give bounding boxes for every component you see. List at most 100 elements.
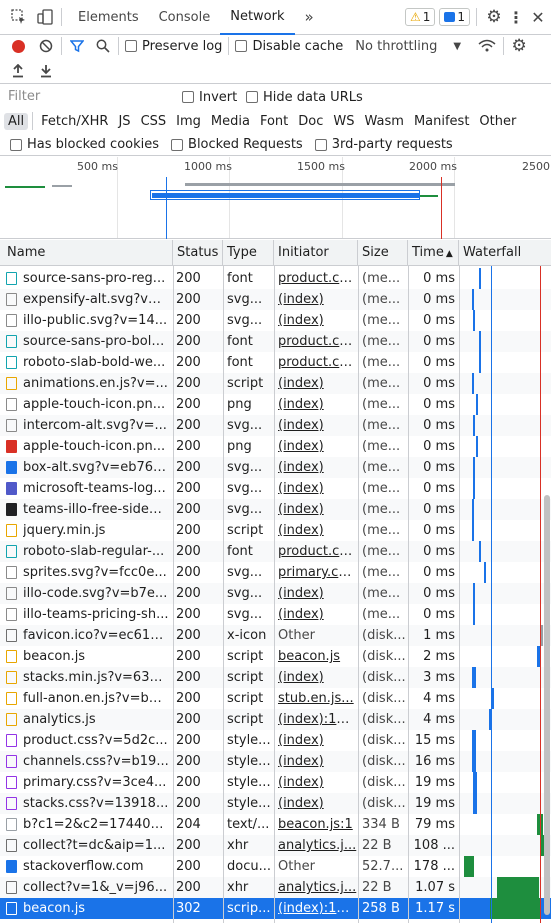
request-initiator[interactable]: beacon.js:1 <box>278 814 357 835</box>
table-row[interactable]: roboto-slab-bold-we... 200 font product.cs.… <box>0 352 551 373</box>
request-initiator[interactable]: (index) <box>278 499 357 520</box>
table-row[interactable]: apple-touch-icon.pn... 200 png (index) (me..… <box>0 436 551 457</box>
request-initiator[interactable]: analytics.j... <box>278 835 357 856</box>
request-initiator[interactable]: (index) <box>278 436 357 457</box>
table-row[interactable]: intercom-alt.svg?v=... 200 svg... (index) (m… <box>0 415 551 436</box>
more-tabs-button[interactable]: » <box>295 0 324 35</box>
column-header-size[interactable]: Size <box>358 240 408 266</box>
request-initiator[interactable]: analytics.j... <box>278 877 357 898</box>
request-initiator[interactable]: product.cs... <box>278 541 357 562</box>
throttling-select[interactable]: No throttling <box>355 39 437 54</box>
more-options-icon[interactable]: ⋮ <box>505 8 527 27</box>
table-row[interactable]: channels.css?v=b19... 200 style... (index) (… <box>0 751 551 772</box>
table-row[interactable]: jquery.min.js 200 script (index) (me... 0 ms <box>0 520 551 541</box>
table-row[interactable]: expensify-alt.svg?v=... 200 svg... (index) (… <box>0 289 551 310</box>
table-row[interactable]: microsoft-teams-log... 200 svg... (index) (m… <box>0 478 551 499</box>
table-row[interactable]: collect?v=1&_v=j96... 200 xhr analytics.j..… <box>0 877 551 898</box>
type-filter-other[interactable]: Other <box>475 113 520 130</box>
hide-data-urls-checkbox[interactable]: Hide data URLs <box>246 90 363 105</box>
column-header-time[interactable]: Time ▲ <box>408 240 459 266</box>
request-initiator[interactable]: (index):17... <box>278 709 357 730</box>
request-initiator[interactable]: (index) <box>278 310 357 331</box>
request-initiator[interactable]: primary.cs... <box>278 562 357 583</box>
request-initiator[interactable]: (index) <box>278 457 357 478</box>
table-row[interactable]: apple-touch-icon.pn... 200 png (index) (me..… <box>0 394 551 415</box>
request-initiator[interactable]: (index) <box>278 730 357 751</box>
column-header-waterfall[interactable]: Waterfall <box>459 240 551 266</box>
request-initiator[interactable]: (index) <box>278 289 357 310</box>
device-toolbar-icon[interactable] <box>35 9 55 25</box>
column-header-initiator[interactable]: Initiator <box>274 240 358 266</box>
inspect-element-icon[interactable] <box>9 9 29 25</box>
request-initiator[interactable]: (index) <box>278 751 357 772</box>
filter-input[interactable]: Filter <box>4 88 174 106</box>
table-row[interactable]: roboto-slab-regular-... 200 font product.cs… <box>0 541 551 562</box>
type-filter-css[interactable]: CSS <box>137 113 171 130</box>
gear-icon[interactable]: ⚙ <box>483 7 505 27</box>
table-row[interactable]: stacks.css?v=13918... 200 style... (index) (… <box>0 793 551 814</box>
request-initiator[interactable]: (index) <box>278 793 357 814</box>
column-header-status[interactable]: Status <box>173 240 223 266</box>
type-filter-media[interactable]: Media <box>207 113 254 130</box>
table-row[interactable]: stacks.min.js?v=636... 200 script (index) (d… <box>0 667 551 688</box>
table-row[interactable]: beacon.js 200 script beacon.js (disk... 2 ms <box>0 646 551 667</box>
request-initiator[interactable]: product.cs... <box>278 268 357 289</box>
type-filter-manifest[interactable]: Manifest <box>410 113 473 130</box>
close-icon[interactable]: ✕ <box>527 8 549 27</box>
table-row[interactable]: favicon.ico?v=ec617... 200 x-icon Other (dis… <box>0 625 551 646</box>
request-initiator[interactable]: (index) <box>278 373 357 394</box>
table-row[interactable]: illo-public.svg?v=14... 200 svg... (index) (… <box>0 310 551 331</box>
table-row[interactable]: source-sans-pro-bold... 200 font product.cs… <box>0 331 551 352</box>
export-har-icon[interactable] <box>38 64 54 78</box>
table-row[interactable]: beacon.js 302 scrip... (index):17... 258 B 1.… <box>0 898 551 919</box>
table-row[interactable]: sprites.svg?v=fcc0e... 200 svg... primary.c… <box>0 562 551 583</box>
request-initiator[interactable]: product.cs... <box>278 352 357 373</box>
preserve-log-checkbox[interactable]: Preserve log <box>125 39 222 54</box>
request-initiator[interactable]: (index) <box>278 772 357 793</box>
request-initiator[interactable]: (index) <box>278 604 357 625</box>
request-initiator[interactable]: (index) <box>278 667 357 688</box>
type-filter-img[interactable]: Img <box>172 113 205 130</box>
type-filter-js[interactable]: JS <box>114 113 134 130</box>
table-row[interactable]: analytics.js 200 script (index):17... (disk.… <box>0 709 551 730</box>
filter-icon[interactable] <box>68 39 86 53</box>
disable-cache-checkbox[interactable]: Disable cache <box>235 39 343 54</box>
request-initiator[interactable]: beacon.js <box>278 646 357 667</box>
record-icon[interactable] <box>9 39 27 53</box>
table-row[interactable]: collect?t=dc&aip=1... 200 xhr analytics.j..… <box>0 835 551 856</box>
table-row[interactable]: primary.css?v=3ce4... 200 style... (index) (… <box>0 772 551 793</box>
blocked-cookies-checkbox[interactable]: Has blocked cookies <box>10 137 159 152</box>
chevron-down-icon[interactable]: ▼ <box>453 41 461 52</box>
network-conditions-icon[interactable] <box>477 39 497 53</box>
blocked-requests-checkbox[interactable]: Blocked Requests <box>171 137 303 152</box>
table-row[interactable]: illo-teams-pricing-sh... 200 svg... (index)… <box>0 604 551 625</box>
table-row[interactable]: product.css?v=5d2c... 200 style... (index) (… <box>0 730 551 751</box>
request-initiator[interactable]: (index) <box>278 583 357 604</box>
request-initiator[interactable]: (index):17... <box>278 898 357 919</box>
timeline-overview[interactable]: 500 ms 1000 ms 1500 ms 2000 ms 2500 <box>0 157 551 239</box>
table-row[interactable]: b?c1=2&c2=174405... 204 text/... beacon.js:… <box>0 814 551 835</box>
table-row[interactable]: animations.en.js?v=... 200 script (index) (m… <box>0 373 551 394</box>
table-row[interactable]: stackoverflow.com 200 docu... Other 52.7... 1… <box>0 856 551 877</box>
request-initiator[interactable]: (index) <box>278 478 357 499</box>
tab-network[interactable]: Network <box>220 0 295 35</box>
request-initiator[interactable]: product.cs... <box>278 331 357 352</box>
tab-elements[interactable]: Elements <box>68 0 149 35</box>
table-row[interactable]: teams-illo-free-sideb... 200 svg... (index)… <box>0 499 551 520</box>
scrollbar-thumb[interactable] <box>544 495 550 915</box>
request-initiator[interactable]: (index) <box>278 520 357 541</box>
table-row[interactable]: illo-code.svg?v=b7e... 200 svg... (index) (m… <box>0 583 551 604</box>
type-filter-fetch-xhr[interactable]: Fetch/XHR <box>37 113 112 130</box>
type-filter-wasm[interactable]: Wasm <box>361 113 408 130</box>
request-initiator[interactable]: (index) <box>278 415 357 436</box>
table-row[interactable]: source-sans-pro-reg... 200 font product.cs.… <box>0 268 551 289</box>
messages-badge[interactable]: 1 <box>439 8 470 26</box>
search-icon[interactable] <box>94 39 112 53</box>
type-filter-font[interactable]: Font <box>256 113 292 130</box>
column-header-type[interactable]: Type <box>223 240 274 266</box>
clear-icon[interactable] <box>37 39 55 53</box>
type-filter-doc[interactable]: Doc <box>294 113 327 130</box>
request-initiator[interactable]: stub.en.js... <box>278 688 357 709</box>
import-har-icon[interactable] <box>10 63 26 78</box>
request-initiator[interactable]: (index) <box>278 394 357 415</box>
